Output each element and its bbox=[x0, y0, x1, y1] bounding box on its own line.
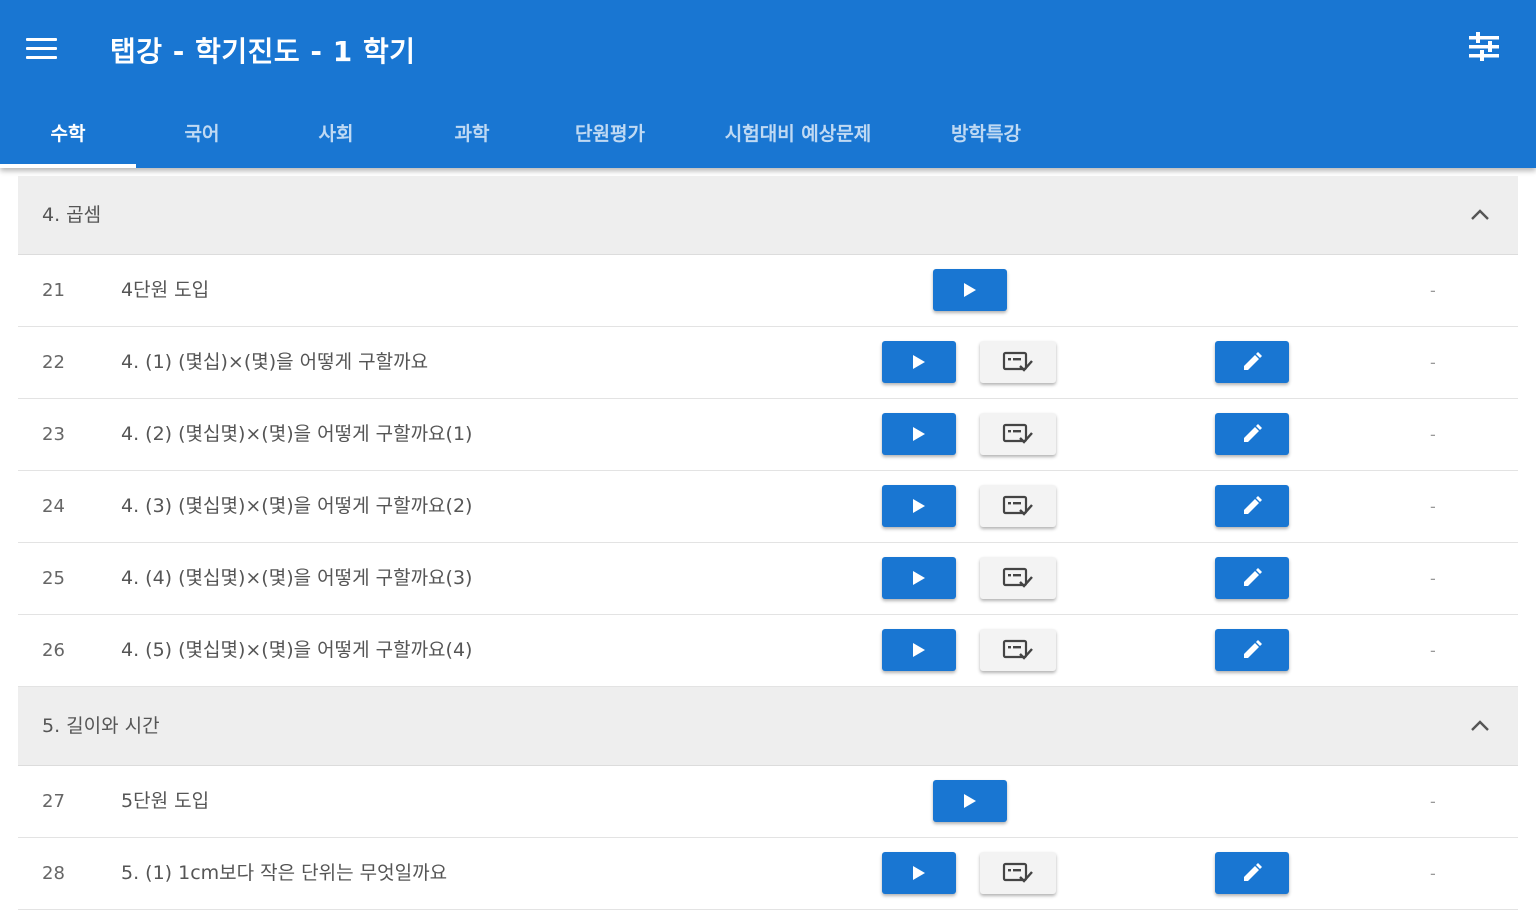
status-text: - bbox=[1430, 497, 1436, 516]
edit-button[interactable] bbox=[1215, 341, 1289, 383]
pencil-icon bbox=[1244, 424, 1262, 442]
section-title: 4. 곱셈 bbox=[42, 204, 102, 226]
lesson-number: 27 bbox=[42, 791, 65, 812]
play-icon bbox=[913, 427, 925, 441]
section-header[interactable]: 4. 곱셈 bbox=[18, 176, 1518, 255]
page-title: 탭강 - 학기진도 - 1 학기 bbox=[110, 35, 416, 68]
list-item[interactable]: 23 4. (2) (몇십몇)×(몇)을 어떻게 구할까요(1) - bbox=[18, 399, 1518, 471]
lesson-title: 4단원 도입 bbox=[121, 279, 210, 301]
play-icon bbox=[913, 499, 925, 513]
quiz-button[interactable] bbox=[980, 557, 1056, 599]
lesson-number: 23 bbox=[42, 424, 65, 445]
lesson-title: 5. (1) 1cm보다 작은 단위는 무엇일까요 bbox=[121, 862, 448, 884]
play-button[interactable] bbox=[882, 341, 956, 383]
edit-button[interactable] bbox=[1215, 413, 1289, 455]
tab-science[interactable]: 과학 bbox=[404, 104, 540, 168]
lesson-number: 25 bbox=[42, 568, 65, 589]
list-item[interactable]: 26 4. (5) (몇십몇)×(몇)을 어떻게 구할까요(4) - bbox=[18, 615, 1518, 687]
check-list-icon bbox=[1002, 639, 1033, 660]
pencil-icon bbox=[1244, 640, 1262, 658]
lesson-number: 21 bbox=[42, 280, 65, 301]
list-item[interactable]: 27 5단원 도입 - bbox=[18, 766, 1518, 838]
tune-icon[interactable] bbox=[1466, 30, 1502, 64]
lesson-title: 4. (2) (몇십몇)×(몇)을 어떻게 구할까요(1) bbox=[121, 423, 473, 445]
lesson-number: 28 bbox=[42, 863, 65, 884]
play-icon bbox=[913, 643, 925, 657]
check-list-icon bbox=[1002, 351, 1033, 372]
lesson-list: 4. 곱셈 21 4단원 도입 - 22 4. (1) (몇십)×(몇)을 어떻… bbox=[18, 176, 1518, 910]
play-icon bbox=[964, 283, 976, 297]
play-button[interactable] bbox=[882, 413, 956, 455]
section-title: 5. 길이와 시간 bbox=[42, 715, 160, 737]
list-item[interactable]: 28 5. (1) 1cm보다 작은 단위는 무엇일까요 - bbox=[18, 838, 1518, 910]
play-button[interactable] bbox=[933, 780, 1007, 822]
play-button[interactable] bbox=[882, 629, 956, 671]
quiz-button[interactable] bbox=[980, 629, 1056, 671]
status-text: - bbox=[1430, 281, 1436, 300]
app-bar: 탭강 - 학기진도 - 1 학기 수학 국어 사회 과학 단원평가 시험대비 예… bbox=[0, 0, 1536, 168]
edit-button[interactable] bbox=[1215, 557, 1289, 599]
list-item[interactable]: 21 4단원 도입 - bbox=[18, 255, 1518, 327]
play-button[interactable] bbox=[882, 485, 956, 527]
quiz-button[interactable] bbox=[980, 485, 1056, 527]
pencil-icon bbox=[1244, 568, 1262, 586]
status-text: - bbox=[1430, 569, 1436, 588]
lesson-number: 26 bbox=[42, 640, 65, 661]
tab-unit-test[interactable]: 단원평가 bbox=[540, 104, 680, 168]
lesson-number: 22 bbox=[42, 352, 65, 373]
lesson-number: 24 bbox=[42, 496, 65, 517]
quiz-button[interactable] bbox=[980, 852, 1056, 894]
lesson-title: 4. (3) (몇십몇)×(몇)을 어떻게 구할까요(2) bbox=[121, 495, 473, 517]
status-text: - bbox=[1430, 425, 1436, 444]
chevron-up-icon[interactable] bbox=[1464, 710, 1496, 742]
pencil-icon bbox=[1244, 352, 1262, 370]
status-text: - bbox=[1430, 353, 1436, 372]
status-text: - bbox=[1430, 641, 1436, 660]
lesson-title: 4. (1) (몇십)×(몇)을 어떻게 구할까요 bbox=[121, 351, 429, 373]
status-text: - bbox=[1430, 792, 1436, 811]
play-button[interactable] bbox=[882, 557, 956, 599]
tab-social[interactable]: 사회 bbox=[268, 104, 404, 168]
quiz-button[interactable] bbox=[980, 341, 1056, 383]
tab-indicator bbox=[0, 164, 136, 168]
list-item[interactable]: 22 4. (1) (몇십)×(몇)을 어떻게 구할까요 - bbox=[18, 327, 1518, 399]
check-list-icon bbox=[1002, 862, 1033, 883]
tab-math[interactable]: 수학 bbox=[0, 104, 136, 168]
edit-button[interactable] bbox=[1215, 629, 1289, 671]
pencil-icon bbox=[1244, 863, 1262, 881]
menu-icon[interactable] bbox=[26, 36, 58, 62]
quiz-button[interactable] bbox=[980, 413, 1056, 455]
lesson-title: 4. (4) (몇십몇)×(몇)을 어떻게 구할까요(3) bbox=[121, 567, 473, 589]
tab-korean[interactable]: 국어 bbox=[136, 104, 268, 168]
lesson-title: 4. (5) (몇십몇)×(몇)을 어떻게 구할까요(4) bbox=[121, 639, 473, 661]
list-item[interactable]: 25 4. (4) (몇십몇)×(몇)을 어떻게 구할까요(3) - bbox=[18, 543, 1518, 615]
lesson-title: 5단원 도입 bbox=[121, 790, 210, 812]
edit-button[interactable] bbox=[1215, 852, 1289, 894]
check-list-icon bbox=[1002, 495, 1033, 516]
status-text: - bbox=[1430, 864, 1436, 883]
chevron-up-icon[interactable] bbox=[1464, 199, 1496, 231]
check-list-icon bbox=[1002, 567, 1033, 588]
tab-vacation-special[interactable]: 방학특강 bbox=[916, 104, 1056, 168]
check-list-icon bbox=[1002, 423, 1033, 444]
play-icon bbox=[913, 866, 925, 880]
play-icon bbox=[913, 355, 925, 369]
pencil-icon bbox=[1244, 496, 1262, 514]
play-button[interactable] bbox=[933, 269, 1007, 311]
edit-button[interactable] bbox=[1215, 485, 1289, 527]
tab-exam-prep[interactable]: 시험대비 예상문제 bbox=[690, 104, 906, 168]
tab-bar: 수학 국어 사회 과학 단원평가 시험대비 예상문제 방학특강 bbox=[0, 104, 1536, 168]
section-header[interactable]: 5. 길이와 시간 bbox=[18, 687, 1518, 766]
list-item[interactable]: 24 4. (3) (몇십몇)×(몇)을 어떻게 구할까요(2) - bbox=[18, 471, 1518, 543]
play-icon bbox=[964, 794, 976, 808]
play-icon bbox=[913, 571, 925, 585]
play-button[interactable] bbox=[882, 852, 956, 894]
